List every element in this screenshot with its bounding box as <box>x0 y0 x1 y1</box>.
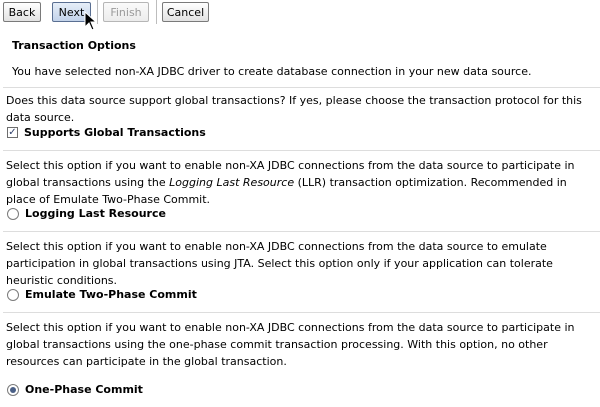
divider <box>3 312 600 313</box>
emulate-two-phase-description: Select this option if you want to enable… <box>6 240 553 287</box>
toolbar-divider <box>156 0 157 24</box>
one-phase-option[interactable]: One-Phase Commit <box>7 383 143 396</box>
checkmark-icon: ✓ <box>8 126 17 138</box>
emulate-two-phase-radio[interactable] <box>7 288 19 301</box>
divider <box>3 150 600 151</box>
driver-info-text: You have selected non-XA JDBC driver to … <box>12 65 532 78</box>
section-title: Transaction Options <box>12 39 136 52</box>
one-phase-label: One-Phase Commit <box>25 383 143 396</box>
emulate-two-phase-label: Emulate Two-Phase Commit <box>25 288 197 301</box>
llr-option[interactable]: Logging Last Resource <box>7 207 166 220</box>
divider <box>3 231 600 232</box>
back-button[interactable]: Back <box>3 2 41 22</box>
supports-global-transactions-option[interactable]: ✓ Supports Global Transactions <box>7 126 206 139</box>
wizard-toolbar: Back Next Finish Cancel <box>0 0 600 31</box>
cancel-button[interactable]: Cancel <box>162 2 209 22</box>
one-phase-radio[interactable] <box>7 383 19 396</box>
divider <box>3 87 600 88</box>
finish-button[interactable]: Finish <box>103 2 149 22</box>
emulate-two-phase-option[interactable]: Emulate Two-Phase Commit <box>7 288 197 301</box>
supports-global-transactions-checkbox[interactable]: ✓ <box>7 127 18 138</box>
mouse-pointer-icon <box>84 11 98 31</box>
supports-global-transactions-label: Supports Global Transactions <box>24 126 206 139</box>
llr-radio[interactable] <box>7 207 19 220</box>
global-transactions-question: Does this data source support global tra… <box>6 94 582 124</box>
llr-description: Select this option if you want to enable… <box>6 159 575 206</box>
one-phase-description: Select this option if you want to enable… <box>6 321 575 368</box>
llr-label: Logging Last Resource <box>25 207 166 220</box>
